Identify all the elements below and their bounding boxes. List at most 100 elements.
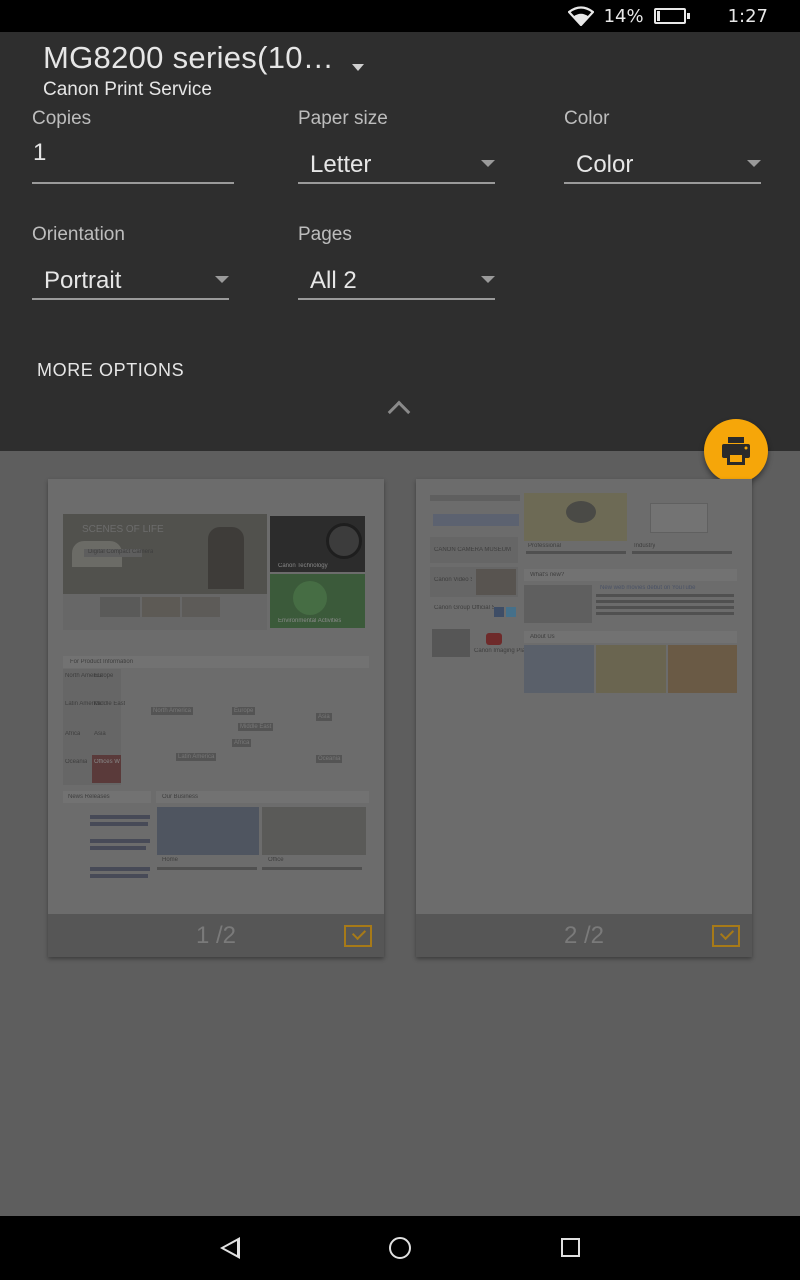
news-line-2	[90, 822, 148, 826]
about-image-1	[524, 645, 594, 693]
news-line-3	[90, 839, 150, 843]
facebook-icon	[494, 607, 504, 617]
home-image	[157, 807, 259, 855]
news-line-6	[90, 874, 148, 878]
copies-label: Copies	[32, 108, 92, 129]
map-tag-africa: Africa	[232, 739, 252, 747]
home-icon[interactable]	[389, 1237, 411, 1259]
industry-label: Industry	[634, 543, 656, 549]
page-preview-2[interactable]: CANON CAMERA MUSEUM Canon Video Square C…	[416, 479, 752, 957]
color-select[interactable]: Color	[576, 151, 633, 179]
pages-underline	[298, 298, 495, 300]
status-icons: 14% 1:27	[567, 0, 768, 32]
chevron-down-icon[interactable]	[747, 160, 761, 167]
chevron-down-icon[interactable]	[481, 276, 495, 283]
printer-icon	[722, 437, 750, 465]
hero-person	[208, 527, 244, 589]
environment-caption: Environmental Activities	[278, 618, 342, 624]
battery-percent: 14%	[603, 5, 644, 27]
new-movies-line-2	[596, 600, 734, 603]
battery-icon	[653, 8, 690, 24]
page-preview-1[interactable]: SCENES OF LIFE Digital Compact Camera Ca…	[48, 479, 384, 957]
wifi-icon	[567, 6, 594, 26]
new-movies-line-3	[596, 606, 734, 609]
camera-lens-icon	[326, 523, 362, 559]
hero-cta-label: Digital Compact Camera	[88, 549, 154, 555]
news-title: News Releases	[68, 794, 110, 800]
orientation-select[interactable]: Portrait	[44, 267, 121, 295]
print-service-name: Canon Print Service	[43, 79, 212, 100]
office-image	[262, 807, 366, 855]
date-line	[430, 495, 520, 501]
about-us-title: About Us	[530, 634, 555, 640]
about-image-3	[668, 645, 737, 693]
thumb-2	[142, 597, 180, 617]
region-europe: Europe	[94, 673, 114, 679]
page-checkbox[interactable]	[712, 925, 740, 947]
back-icon[interactable]	[220, 1237, 240, 1259]
social-media-label: Canon Group Official Social Media Accoun…	[434, 605, 494, 611]
copies-input[interactable]: 1	[33, 139, 46, 167]
thumb-1	[100, 597, 140, 617]
map-tag-asia: Asia	[316, 713, 332, 721]
industry-desc	[632, 551, 732, 554]
orientation-label: Orientation	[32, 224, 125, 245]
paper-size-underline	[298, 182, 495, 184]
business-title: Our Business	[162, 794, 199, 800]
page-number: 1 /2	[195, 922, 237, 949]
video-square-label: Canon Video Square	[434, 577, 472, 583]
copies-underline	[32, 182, 234, 184]
pages-select[interactable]: All 2	[310, 267, 357, 295]
professional-desc	[526, 551, 626, 554]
region-oceania: Oceania	[65, 759, 88, 765]
news-line-5	[90, 867, 150, 871]
status-bar: 14% 1:27	[0, 0, 800, 32]
home-desc	[157, 867, 257, 870]
print-button[interactable]	[704, 419, 768, 483]
thumb-3	[182, 597, 220, 617]
paper-size-select[interactable]: Letter	[310, 151, 371, 179]
chevron-down-icon[interactable]	[481, 160, 495, 167]
professional-label: Professional	[528, 543, 562, 549]
news-line-1	[90, 815, 150, 819]
recents-icon[interactable]	[561, 1238, 580, 1257]
new-movies-line-1	[596, 594, 734, 597]
twitter-icon	[506, 607, 516, 617]
more-options-button[interactable]: MORE OPTIONS	[37, 360, 184, 381]
chevron-down-icon[interactable]	[352, 64, 364, 71]
map-tag-europe: Europe	[232, 707, 256, 715]
imaging-plaza-image	[432, 629, 470, 657]
region-africa: Africa	[65, 731, 81, 737]
map-tag-north-america: North America	[151, 707, 194, 715]
new-movies-title: New web movies debut on YouTube	[600, 585, 696, 591]
youtube-icon	[486, 633, 502, 645]
map-tag-middle-east: Middle East	[238, 723, 274, 731]
battery-level	[656, 11, 661, 21]
release-link	[433, 514, 519, 526]
product-info-title: For Product Information	[70, 659, 134, 665]
imaging-plaza-label: Canon Imaging Plaza	[474, 648, 532, 654]
navigation-bar	[0, 1216, 800, 1280]
region-asia: Asia	[94, 731, 106, 737]
home-label: Home	[162, 857, 179, 863]
camera-museum-label: CANON CAMERA MUSEUM	[434, 547, 512, 553]
color-label: Color	[564, 108, 610, 129]
printer-selector[interactable]: MG8200 series(10…	[43, 40, 334, 76]
page-checkbox[interactable]	[344, 925, 372, 947]
orientation-underline	[32, 298, 229, 300]
region-middle-east: Middle East	[94, 701, 126, 707]
chevron-up-icon[interactable]	[387, 400, 411, 424]
print-options-panel: MG8200 series(10… Canon Print Service Co…	[0, 32, 800, 451]
clock: 1:27	[727, 5, 768, 27]
chevron-down-icon[interactable]	[215, 276, 229, 283]
region-offices: Offices Worldwide	[94, 759, 120, 765]
news-movie-image	[524, 585, 592, 623]
pages-label: Pages	[298, 224, 352, 245]
paper-size-label: Paper size	[298, 108, 388, 129]
about-us-header	[524, 631, 737, 643]
video-square-image	[476, 569, 516, 595]
news-line-4	[90, 846, 146, 850]
technology-caption: Canon Technology	[278, 563, 328, 569]
page-number: 2 /2	[563, 922, 605, 949]
professional-camera	[566, 501, 596, 523]
